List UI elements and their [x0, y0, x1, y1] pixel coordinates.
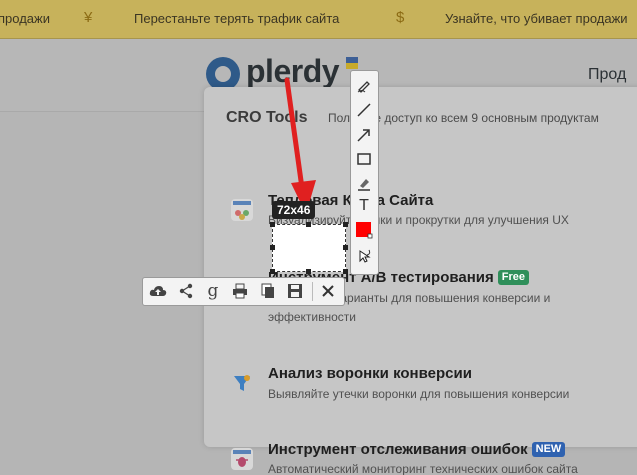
pen-icon[interactable]	[353, 74, 375, 96]
text-icon[interactable]: T	[353, 195, 375, 217]
marker-icon[interactable]	[353, 172, 375, 194]
arrow-icon[interactable]	[353, 124, 375, 146]
upload-cloud-icon[interactable]	[147, 280, 169, 302]
selection-size-label: 72x46	[272, 201, 316, 219]
action-toolbar: g	[142, 277, 345, 306]
google-search-icon[interactable]: g	[202, 280, 224, 302]
resize-handle-sw[interactable]	[270, 269, 275, 274]
line-icon[interactable]	[353, 99, 375, 121]
resize-handle-se[interactable]	[343, 269, 348, 274]
resize-handle-n[interactable]	[306, 222, 311, 227]
drawing-toolbar: T	[350, 70, 379, 275]
close-icon[interactable]	[317, 280, 339, 302]
capture-selection[interactable]	[272, 224, 346, 272]
resize-handle-nw[interactable]	[270, 222, 275, 227]
print-icon[interactable]	[229, 280, 251, 302]
save-icon[interactable]	[284, 280, 306, 302]
resize-handle-s[interactable]	[306, 269, 311, 274]
undo-icon[interactable]	[353, 245, 375, 267]
resize-handle-e[interactable]	[343, 245, 348, 250]
color-picker-icon[interactable]	[353, 219, 375, 241]
copy-icon[interactable]	[257, 280, 279, 302]
rectangle-icon[interactable]	[353, 148, 375, 170]
resize-handle-w[interactable]	[270, 245, 275, 250]
share-icon[interactable]	[175, 280, 197, 302]
toolbar-separator	[312, 282, 313, 301]
screen: продажи ¥ Перестаньте терять трафик сайт…	[0, 0, 637, 475]
resize-handle-ne[interactable]	[343, 222, 348, 227]
